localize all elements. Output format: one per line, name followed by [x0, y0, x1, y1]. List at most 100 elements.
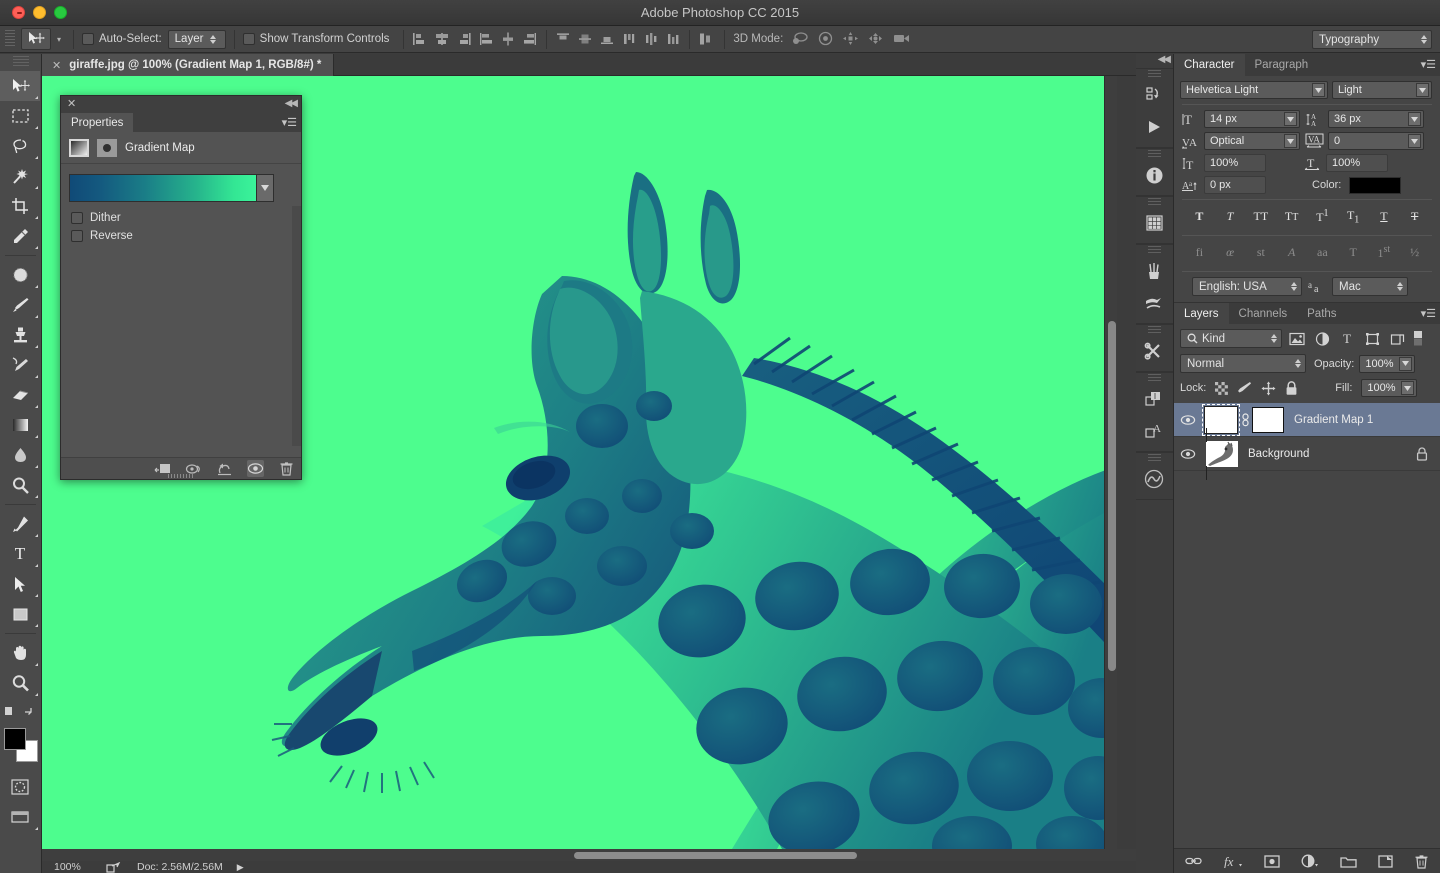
color-swatches[interactable]: [2, 726, 42, 766]
options-bar-gripper[interactable]: [5, 30, 15, 48]
distribute-bottom-icon[interactable]: [665, 31, 681, 47]
fractions-button[interactable]: ½: [1404, 245, 1426, 260]
brush-tool[interactable]: [0, 290, 40, 320]
document-tab[interactable]: ✕ giraffe.jpg @ 100% (Gradient Map 1, RG…: [42, 54, 334, 76]
align-right-edges-icon[interactable]: [456, 31, 472, 47]
filter-pixel-icon[interactable]: [1287, 330, 1307, 347]
font-family-dropdown[interactable]: Helvetica Light: [1180, 81, 1328, 99]
hand-tool[interactable]: [0, 638, 40, 668]
align-horizontal-centers-icon[interactable]: [434, 31, 450, 47]
new-adjustment-layer-icon[interactable]: [1301, 854, 1319, 868]
scrollbar-thumb[interactable]: [574, 852, 857, 859]
zoom-level[interactable]: 100%: [54, 861, 106, 873]
eye-icon[interactable]: [1174, 448, 1202, 460]
filter-type-icon[interactable]: T: [1337, 330, 1357, 347]
magic-wand-tool[interactable]: [0, 161, 40, 191]
maximize-window-button[interactable]: [54, 6, 67, 19]
reverse-checkbox[interactable]: [71, 230, 83, 242]
contextual-alternates-button[interactable]: st: [1250, 245, 1272, 260]
align-bottom-edges-icon[interactable]: [599, 31, 615, 47]
tools-panel-gripper[interactable]: [0, 56, 41, 68]
all-caps-button[interactable]: TT: [1250, 209, 1272, 224]
panel-group-gripper[interactable]: [1136, 326, 1173, 335]
collapse-panel-icon[interactable]: ◀◀: [285, 98, 296, 109]
auto-select-checkbox[interactable]: [82, 33, 94, 45]
zoom-tool[interactable]: [0, 668, 40, 698]
filter-adjustment-icon[interactable]: [1312, 330, 1332, 347]
add-layer-mask-icon[interactable]: [1264, 855, 1280, 868]
roll-3d-icon[interactable]: [817, 31, 833, 47]
distribute-right-icon[interactable]: [522, 31, 538, 47]
screen-mode-icon[interactable]: [0, 802, 40, 832]
foreground-color-swatch[interactable]: [4, 728, 26, 750]
show-transform-controls-checkbox[interactable]: [243, 33, 255, 45]
blend-mode-dropdown[interactable]: Normal: [1180, 354, 1306, 373]
language-dropdown[interactable]: English: USA: [1192, 277, 1302, 296]
canvas-horizontal-scrollbar[interactable]: [42, 849, 1136, 861]
faux-italic-button[interactable]: T: [1219, 209, 1241, 224]
panel-group-gripper[interactable]: [1136, 150, 1173, 159]
panel-menu-icon[interactable]: ▾☰: [282, 116, 297, 129]
cc-libraries-panel-icon[interactable]: [1136, 463, 1172, 495]
path-selection-tool[interactable]: [0, 569, 40, 599]
new-layer-icon[interactable]: [1378, 855, 1393, 868]
lasso-tool[interactable]: [0, 131, 40, 161]
tab-paragraph[interactable]: Paragraph: [1245, 54, 1319, 76]
minimize-window-button[interactable]: [33, 6, 46, 19]
lock-transparent-pixels-icon[interactable]: [1215, 382, 1228, 395]
align-left-edges-icon[interactable]: [412, 31, 428, 47]
panel-group-gripper[interactable]: [1136, 454, 1173, 463]
font-style-dropdown[interactable]: Light: [1332, 81, 1432, 99]
info-panel-icon[interactable]: [1136, 159, 1172, 191]
move-tool-icon[interactable]: [21, 28, 51, 50]
baseline-shift-input[interactable]: 0 px: [1204, 176, 1266, 194]
layer-name[interactable]: Background: [1248, 448, 1309, 460]
tool-extras[interactable]: [0, 698, 40, 722]
tab-channels[interactable]: Channels: [1229, 303, 1298, 324]
close-icon[interactable]: ✕: [52, 59, 61, 72]
table-row[interactable]: Background: [1174, 437, 1440, 471]
link-mask-icon[interactable]: [1240, 413, 1252, 427]
orbit-3d-icon[interactable]: [792, 31, 808, 47]
rectangle-tool[interactable]: [0, 599, 40, 629]
delete-adjustment-icon[interactable]: [278, 460, 295, 477]
panel-group-gripper[interactable]: [1136, 70, 1173, 79]
align-top-edges-icon[interactable]: [555, 31, 571, 47]
panel-group-gripper[interactable]: [1136, 198, 1173, 207]
scrollbar-thumb[interactable]: [1108, 321, 1116, 671]
vertical-scale-input[interactable]: 100%: [1204, 154, 1266, 172]
giraffe-thumbnail[interactable]: [1206, 428, 1238, 480]
layer-name[interactable]: Gradient Map 1: [1294, 414, 1373, 426]
filter-shape-icon[interactable]: [1362, 330, 1382, 347]
actions-panel-icon[interactable]: [1136, 111, 1172, 143]
link-layers-icon[interactable]: [1185, 855, 1202, 867]
crop-tool[interactable]: [0, 191, 40, 221]
gradient-preset-dropdown[interactable]: [257, 174, 274, 202]
lock-image-pixels-icon[interactable]: [1237, 381, 1252, 395]
workspace-switcher[interactable]: Typography: [1312, 30, 1432, 49]
horizontal-scale-input[interactable]: 100%: [1326, 154, 1388, 172]
layer-filter-kind-dropdown[interactable]: Kind: [1180, 329, 1282, 348]
subscript-button[interactable]: T1: [1342, 208, 1364, 225]
panel-menu-icon[interactable]: ▾☰: [1421, 58, 1436, 71]
dodge-tool[interactable]: [0, 470, 40, 500]
tab-properties[interactable]: Properties: [61, 113, 133, 132]
canvas-vertical-scrollbar[interactable]: [1104, 76, 1117, 849]
move-tool[interactable]: [0, 71, 40, 101]
close-icon[interactable]: ✕: [67, 97, 76, 110]
align-vertical-centers-icon[interactable]: [577, 31, 593, 47]
stylistic-alternates-button[interactable]: aa: [1311, 245, 1333, 260]
distribute-spacing-icon[interactable]: [698, 31, 716, 47]
ordinals-button[interactable]: 1st: [1373, 244, 1395, 261]
superscript-button[interactable]: T1: [1311, 208, 1333, 225]
strikethrough-button[interactable]: T: [1404, 209, 1426, 224]
lock-icon[interactable]: [1416, 447, 1428, 461]
blur-tool[interactable]: [0, 440, 40, 470]
document-info[interactable]: Doc: 2.56M/2.56M: [137, 861, 223, 873]
standard-ligatures-button[interactable]: fi: [1188, 245, 1210, 260]
lock-position-icon[interactable]: [1261, 381, 1276, 396]
layer-style-fx-icon[interactable]: fx: [1223, 854, 1243, 868]
leading-input[interactable]: 36 px: [1328, 110, 1424, 128]
layer-mask-thumbnail[interactable]: [1252, 407, 1284, 433]
filter-smart-object-icon[interactable]: [1387, 330, 1407, 347]
